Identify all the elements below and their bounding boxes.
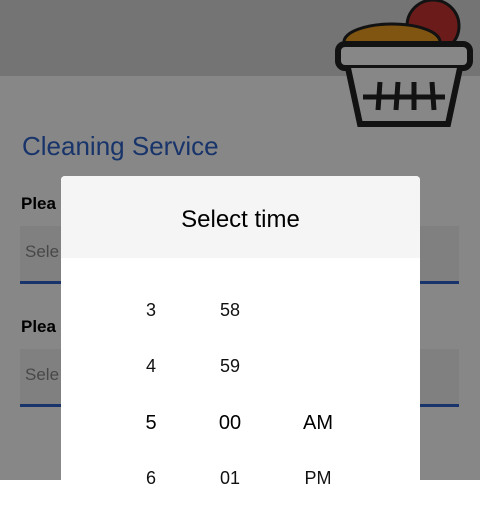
- minute-option-selected[interactable]: 00: [219, 412, 241, 435]
- minute-option[interactable]: 01: [220, 468, 240, 489]
- dialog-title: Select time: [181, 206, 300, 233]
- hour-option[interactable]: 3: [146, 300, 156, 321]
- hour-option-selected[interactable]: 5: [145, 412, 156, 435]
- period-option[interactable]: PM: [305, 468, 332, 489]
- minute-option[interactable]: 59: [220, 356, 240, 377]
- hour-option[interactable]: 4: [146, 356, 156, 377]
- hour-option[interactable]: 6: [146, 468, 156, 489]
- time-picker-dialog: Select time 3 4 5 6 58 59 00 01 AM PM: [61, 176, 420, 506]
- period-option-selected[interactable]: AM: [303, 412, 333, 435]
- minute-option[interactable]: 58: [220, 300, 240, 321]
- dialog-header: Select time: [61, 176, 420, 258]
